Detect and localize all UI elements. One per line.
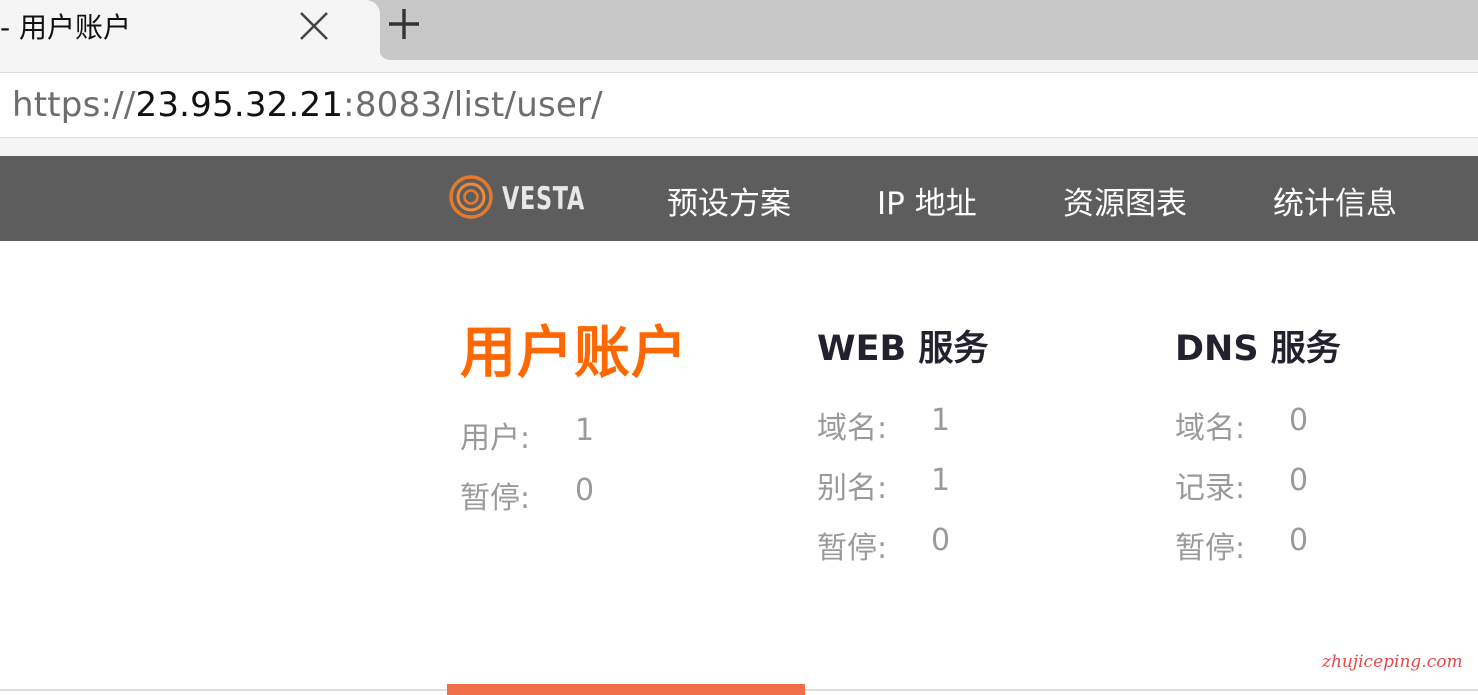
plus-icon[interactable] — [384, 4, 424, 44]
url-path: :8083/list/user/ — [343, 85, 603, 125]
url-scheme: https:// — [12, 85, 136, 125]
nav-item-graphs[interactable]: 资源图表 — [1063, 178, 1187, 223]
nav-item-ip[interactable]: IP 地址 — [877, 178, 977, 223]
active-tab-indicator — [447, 684, 805, 695]
dns-stats-block[interactable]: DNS 服务 域名: 0 记录: 0 暂停: 0 — [1175, 320, 1475, 570]
url-input[interactable]: https://23.95.32.21:8083/list/user/ — [0, 72, 1478, 138]
users-stats-title[interactable]: 用户账户 — [460, 308, 688, 389]
users-suspended-label: 暂停: — [460, 481, 531, 516]
logo-text: VESTA — [502, 181, 585, 217]
top-navigation: VESTA 预设方案 IP 地址 资源图表 统计信息 — [0, 156, 1478, 241]
web-aliases-label: 别名: — [817, 471, 888, 506]
address-bar-area: https://23.95.32.21:8083/list/user/ — [0, 60, 1478, 156]
watermark: zhujiceping.com — [1322, 652, 1463, 672]
nav-item-packages[interactable]: 预设方案 — [667, 178, 791, 223]
close-icon[interactable] — [296, 8, 332, 44]
web-aliases-value: 1 — [931, 463, 951, 498]
nav-item-statistics[interactable]: 统计信息 — [1273, 178, 1397, 223]
tab-title: - 用户账户 — [0, 11, 132, 44]
vesta-logo-icon — [448, 174, 494, 224]
web-domains-label: 域名: — [817, 411, 888, 446]
users-suspended-value: 0 — [575, 473, 595, 508]
browser-tab-strip: - 用户账户 — [0, 0, 1478, 60]
dns-records-value: 0 — [1289, 463, 1309, 498]
url-host: 23.95.32.21 — [135, 85, 344, 125]
users-stats-block[interactable]: 用户账户 用户: 1 暂停: 0 — [460, 308, 790, 528]
web-stats-block[interactable]: WEB 服务 域名: 1 别名: 1 暂停: 0 — [817, 320, 1137, 570]
web-stats-title[interactable]: WEB 服务 — [817, 320, 988, 371]
users-count-value: 1 — [575, 413, 595, 448]
users-count-label: 用户: — [460, 421, 531, 456]
dns-suspended-label: 暂停: — [1175, 531, 1246, 566]
web-suspended-value: 0 — [931, 523, 951, 558]
dns-stats-title[interactable]: DNS 服务 — [1175, 320, 1341, 371]
dns-domains-value: 0 — [1289, 403, 1309, 438]
dns-records-label: 记录: — [1175, 471, 1246, 506]
web-domains-value: 1 — [931, 403, 951, 438]
web-suspended-label: 暂停: — [817, 531, 888, 566]
vesta-logo[interactable]: VESTA — [448, 174, 617, 224]
url-text: https://23.95.32.21:8083/list/user/ — [12, 85, 603, 125]
dns-suspended-value: 0 — [1289, 523, 1309, 558]
browser-tab-active[interactable]: - 用户账户 — [0, 0, 380, 60]
dns-domains-label: 域名: — [1175, 411, 1246, 446]
